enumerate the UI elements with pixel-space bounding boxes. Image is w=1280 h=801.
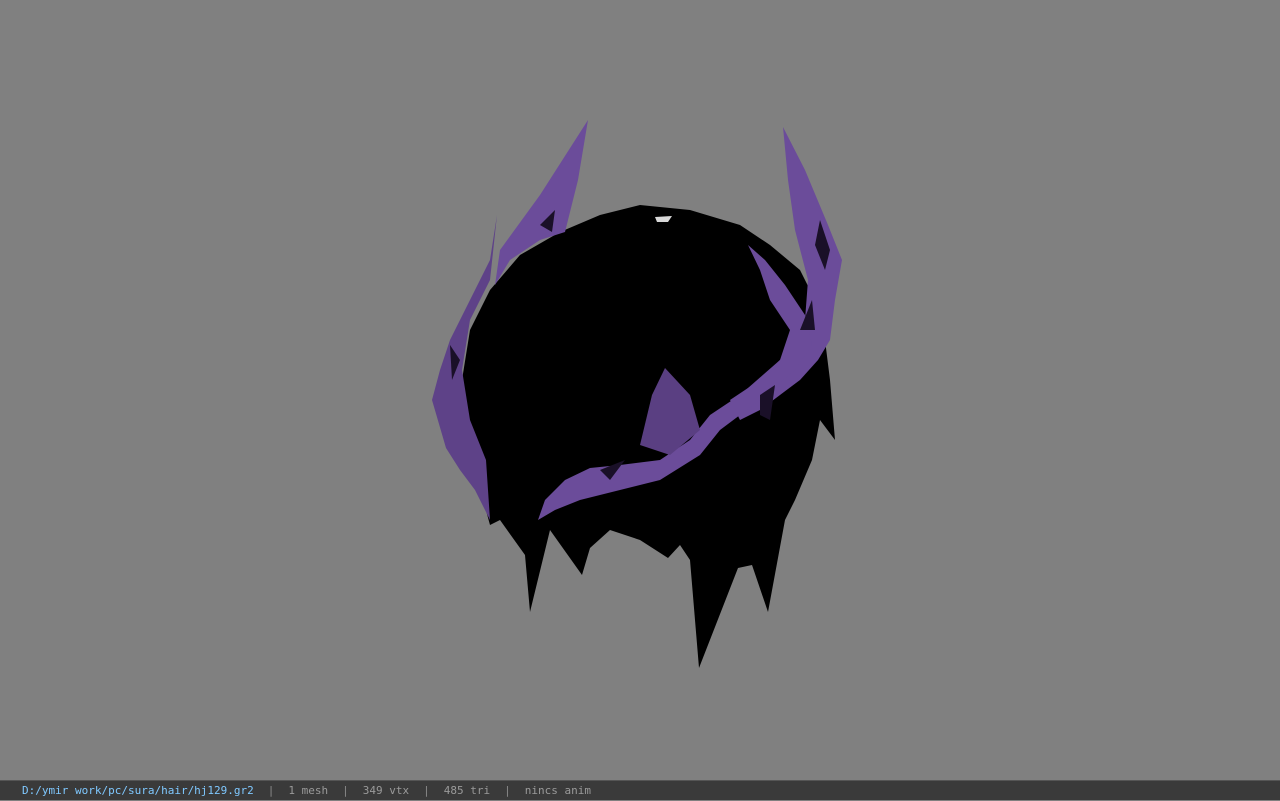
status-bar: D:/ymir work/pc/sura/hair/hj129.gr2 | 1 … bbox=[0, 780, 1280, 800]
status-separator: | bbox=[342, 783, 349, 797]
mesh-count-text: 1 mesh bbox=[288, 783, 329, 797]
model-viewport[interactable] bbox=[0, 0, 1280, 780]
status-separator: | bbox=[504, 783, 511, 797]
status-separator: | bbox=[423, 783, 430, 797]
vertex-count-text: 349 vtx bbox=[362, 783, 410, 797]
animation-status-text: nincs anim bbox=[524, 783, 591, 797]
triangle-count-text: 485 tri bbox=[443, 783, 491, 797]
file-path-text: D:/ymir work/pc/sura/hair/hj129.gr2 bbox=[22, 783, 254, 797]
status-separator: | bbox=[267, 783, 275, 797]
hair-model-render bbox=[432, 120, 842, 668]
